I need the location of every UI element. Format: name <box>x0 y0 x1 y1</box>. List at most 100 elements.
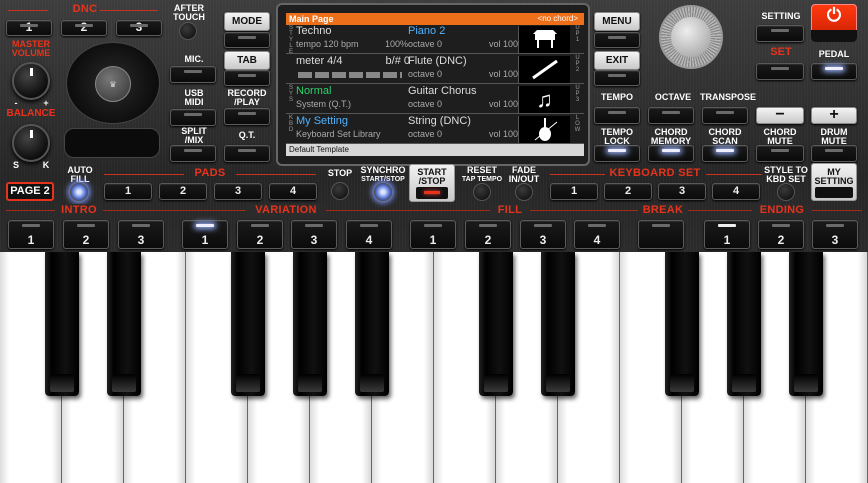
pedal-button[interactable] <box>811 63 857 80</box>
set-button[interactable] <box>756 63 804 80</box>
after-touch-button[interactable] <box>179 22 197 40</box>
plus-button[interactable]: + <box>811 106 857 124</box>
menu-button[interactable]: MENU <box>594 12 640 31</box>
mic-button[interactable] <box>170 66 216 83</box>
mode-button[interactable]: MODE <box>224 12 270 31</box>
upper1-tag: U P 1 <box>575 25 580 43</box>
octave-button[interactable] <box>648 107 694 124</box>
usb-midi-button[interactable] <box>170 109 216 126</box>
break-button[interactable] <box>638 220 684 249</box>
divider <box>104 174 184 175</box>
black-key[interactable] <box>355 252 389 396</box>
dnc-button-3[interactable]: 3 <box>116 20 162 36</box>
menu-toggle-button[interactable] <box>594 32 640 48</box>
piano-keyboard[interactable] <box>0 252 868 483</box>
synchro-button[interactable] <box>374 183 392 201</box>
tempo-button[interactable] <box>594 107 640 124</box>
intro-2-button[interactable]: 2 <box>63 220 109 249</box>
volume-value: vol 100 <box>488 39 518 49</box>
display-row-system[interactable]: S Y S Normal System (Q.T.) Guitar Chorus o… <box>286 85 584 114</box>
ending-1-button[interactable]: 1 <box>704 220 750 249</box>
record-play-button[interactable] <box>224 108 270 125</box>
pad-stop-button[interactable] <box>331 182 349 200</box>
black-key[interactable] <box>541 252 575 396</box>
start-stop-button[interactable]: START /STOP <box>409 164 455 202</box>
fill-1-button[interactable]: 1 <box>410 220 456 249</box>
fade-button[interactable] <box>515 183 533 201</box>
fill-4-button[interactable]: 4 <box>574 220 620 249</box>
divider <box>100 10 158 11</box>
variation-4-button[interactable]: 4 <box>346 220 392 249</box>
master-volume-knob[interactable] <box>12 62 50 100</box>
reset-button[interactable] <box>473 183 491 201</box>
black-key[interactable] <box>479 252 513 396</box>
variation-3-button[interactable]: 3 <box>291 220 337 249</box>
transpose-button[interactable] <box>702 107 748 124</box>
kbd-set-button-3[interactable]: 3 <box>658 183 706 200</box>
pad-button-1[interactable]: 1 <box>104 183 152 200</box>
dial-knob[interactable] <box>659 5 723 69</box>
dnc-button-1[interactable]: 1 <box>6 20 52 36</box>
black-key[interactable] <box>293 252 327 396</box>
keyboard-set-label: KEYBOARD SET <box>609 167 701 179</box>
pad-button-3[interactable]: 3 <box>214 183 262 200</box>
black-key[interactable] <box>789 252 823 396</box>
main-display[interactable]: Main Page <no chord> S T Y L E Techno temp… <box>276 3 590 166</box>
fill-2-button[interactable]: 2 <box>465 220 511 249</box>
setting-button[interactable] <box>756 25 804 42</box>
intro-1-button[interactable]: 1 <box>8 220 54 249</box>
chord-memory-button[interactable] <box>648 145 694 162</box>
tab-button[interactable]: TAB <box>224 51 270 70</box>
meter-value: meter 4/4 <box>296 55 343 67</box>
pad-button-4[interactable]: 4 <box>269 183 317 200</box>
kbd-set-button-1[interactable]: 1 <box>550 183 598 200</box>
power-button[interactable]: ⏻ <box>811 4 857 42</box>
black-key[interactable] <box>665 252 699 396</box>
dnc-button-2[interactable]: 2 <box>61 20 107 36</box>
violin-icon <box>518 116 570 143</box>
upper2-sound: Flute (DNC) <box>408 55 467 67</box>
my-setting-button[interactable]: MY SETTING <box>811 163 857 201</box>
kbd-set-button-2[interactable]: 2 <box>604 183 652 200</box>
octave-value: octave 0 <box>408 69 443 79</box>
ending-2-label: 2 <box>777 233 785 247</box>
keyboard-set-library: Keyboard Set Library <box>296 129 381 139</box>
qt-label: Q.T. <box>238 130 256 140</box>
intro-1-label: 1 <box>27 233 35 247</box>
display-row-meter[interactable]: meter 4/4 b/# 0 Flute (DNC) octave 0 vol 10… <box>286 55 584 84</box>
drum-mute-button[interactable] <box>811 145 857 162</box>
k-label: K <box>42 160 50 170</box>
balance-knob[interactable] <box>12 124 50 162</box>
exit-button[interactable]: EXIT <box>594 51 640 70</box>
variation-2-button[interactable]: 2 <box>237 220 283 249</box>
set-label: SET <box>770 46 792 58</box>
mode-toggle-button[interactable] <box>224 32 270 48</box>
chord-mute-button[interactable] <box>756 145 804 162</box>
ending-2-button[interactable]: 2 <box>758 220 804 249</box>
black-key[interactable] <box>727 252 761 396</box>
tab-toggle-button[interactable] <box>224 70 270 86</box>
auto-fill-button[interactable] <box>70 183 88 201</box>
black-key[interactable] <box>107 252 141 396</box>
tempo-lock-button[interactable] <box>594 145 640 162</box>
chord-mute-label: CHORD MUTE <box>763 127 797 146</box>
pad-button-2[interactable]: 2 <box>159 183 207 200</box>
ribbon-controller[interactable] <box>64 128 160 158</box>
intro-3-button[interactable]: 3 <box>118 220 164 249</box>
chord-scan-button[interactable] <box>702 145 748 162</box>
kbd-set-button-4[interactable]: 4 <box>712 183 760 200</box>
volume-value: vol 100 <box>488 69 518 79</box>
qt-button[interactable] <box>224 145 270 162</box>
display-row-style[interactable]: S T Y L E Techno tempo 120 bpm 100% Piano … <box>286 25 584 55</box>
black-key[interactable] <box>45 252 79 396</box>
black-key[interactable] <box>231 252 265 396</box>
display-row-keyboard[interactable]: K B D My Setting Keyboard Set Library Str… <box>286 115 584 144</box>
variation-1-button[interactable]: 1 <box>182 220 228 249</box>
page-2-button[interactable]: PAGE 2 <box>6 182 54 201</box>
style-to-kbd-button[interactable] <box>777 183 795 201</box>
split-mix-button[interactable] <box>170 145 216 162</box>
ending-3-button[interactable]: 3 <box>812 220 858 249</box>
minus-button[interactable]: − <box>756 106 804 124</box>
exit-toggle-button[interactable] <box>594 70 640 86</box>
fill-3-button[interactable]: 3 <box>520 220 566 249</box>
